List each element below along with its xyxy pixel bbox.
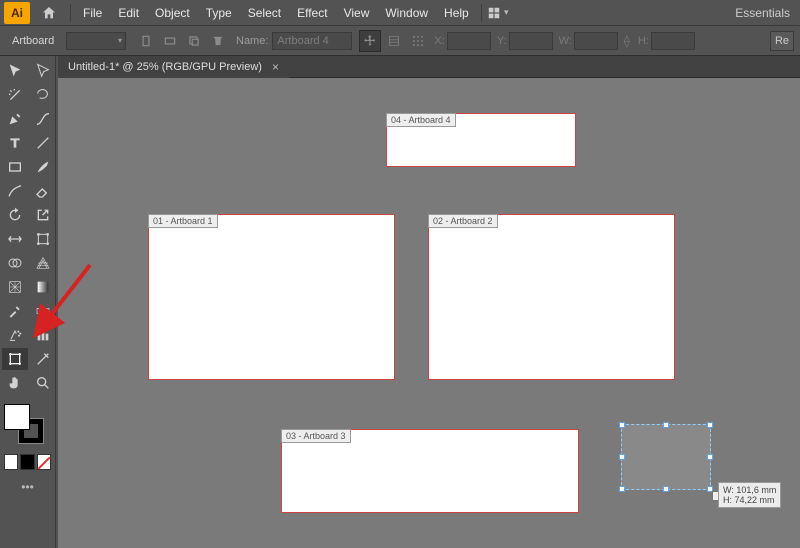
h-input[interactable] [651, 32, 695, 50]
mesh-tool[interactable] [2, 276, 28, 298]
column-graph-tool[interactable] [30, 324, 56, 346]
artboard-name-input[interactable]: Artboard 4 [272, 32, 352, 50]
y-input[interactable] [509, 32, 553, 50]
blend-tool[interactable] [30, 300, 56, 322]
magic-wand-tool[interactable] [2, 84, 28, 106]
reference-point-button[interactable] [407, 30, 429, 52]
control-bar: Artboard ▾ Name: Artboard 4 X: Y: W: ⟠ H… [0, 26, 800, 56]
artboard-options-button[interactable] [383, 30, 405, 52]
menu-window[interactable]: Window [377, 0, 436, 26]
line-segment-tool[interactable] [30, 132, 56, 154]
curvature-tool[interactable] [30, 108, 56, 130]
name-label: Name: [236, 35, 268, 47]
paintbrush-tool[interactable] [30, 156, 56, 178]
selection-type-dropdown[interactable]: Artboard ▾ [6, 30, 126, 52]
artboard-1-tag: 01 - Artboard 1 [148, 214, 218, 228]
move-artwork-with-artboard-button[interactable] [359, 30, 381, 52]
artboard-1[interactable]: 01 - Artboard 1 [148, 214, 395, 380]
artboard-3-tag: 03 - Artboard 3 [281, 429, 351, 443]
slice-tool[interactable] [30, 348, 56, 370]
color-mode-gradient[interactable] [20, 454, 34, 470]
perspective-grid-tool[interactable] [30, 252, 56, 274]
color-mode-none[interactable] [37, 454, 51, 470]
document-tab-bar: Untitled-1* @ 25% (RGB/GPU Preview) × [58, 56, 800, 78]
width-tool[interactable] [2, 228, 28, 250]
selection-type-label: Artboard [6, 35, 66, 47]
rotate-tool[interactable] [2, 204, 28, 226]
hand-tool[interactable] [2, 372, 28, 394]
delete-artboard-button[interactable] [207, 30, 229, 52]
size-hint-tooltip: W: 101,6 mm H: 74,22 mm [718, 482, 781, 508]
h-label: H: [638, 35, 649, 47]
artboard-2[interactable]: 02 - Artboard 2 [428, 214, 675, 380]
edit-toolbar-button[interactable]: ••• [0, 480, 55, 494]
w-input[interactable] [574, 32, 618, 50]
new-artboard-button[interactable] [183, 30, 205, 52]
new-artboard-drag[interactable] [621, 424, 711, 490]
fill-stroke-swatch[interactable] [0, 398, 55, 450]
eraser-tool[interactable] [30, 180, 56, 202]
menu-file[interactable]: File [75, 0, 110, 26]
symbol-sprayer-tool[interactable] [2, 324, 28, 346]
selection-tool[interactable] [2, 60, 28, 82]
direct-selection-tool[interactable] [30, 60, 56, 82]
color-mode-color[interactable] [4, 454, 18, 470]
layout-grid-icon[interactable]: ▾ [486, 6, 510, 20]
artboard-2-tag: 02 - Artboard 2 [428, 214, 498, 228]
shape-builder-tool[interactable] [2, 252, 28, 274]
document-tab[interactable]: Untitled-1* @ 25% (RGB/GPU Preview) × [58, 56, 289, 78]
shaper-tool[interactable] [2, 180, 28, 202]
menu-edit[interactable]: Edit [110, 0, 147, 26]
eyedropper-tool[interactable] [2, 300, 28, 322]
tools-panel: ••• [0, 56, 56, 548]
zoom-tool[interactable] [30, 372, 56, 394]
menu-help[interactable]: Help [436, 0, 477, 26]
lasso-tool[interactable] [30, 84, 56, 106]
scale-tool[interactable] [30, 204, 56, 226]
gradient-tool[interactable] [30, 276, 56, 298]
home-icon[interactable] [38, 4, 60, 22]
artboard-4[interactable]: 04 - Artboard 4 [386, 113, 576, 167]
chevron-down-icon: ▾ [504, 7, 509, 18]
type-tool[interactable] [2, 132, 28, 154]
fill-swatch[interactable] [4, 404, 30, 430]
y-label: Y: [497, 35, 507, 47]
menu-bar: Ai File Edit Object Type Select Effect V… [0, 0, 800, 26]
menu-object[interactable]: Object [147, 0, 198, 26]
x-label: X: [434, 35, 444, 47]
pen-tool[interactable] [2, 108, 28, 130]
menu-type[interactable]: Type [198, 0, 240, 26]
artboard-4-tag: 04 - Artboard 4 [386, 113, 456, 127]
document-tab-title: Untitled-1* @ 25% (RGB/GPU Preview) [68, 61, 262, 73]
menu-view[interactable]: View [336, 0, 378, 26]
free-transform-tool[interactable] [30, 228, 56, 250]
menu-effect[interactable]: Effect [289, 0, 335, 26]
workspace-switcher[interactable]: Essentials [725, 6, 800, 20]
canvas[interactable]: 04 - Artboard 4 01 - Artboard 1 02 - Art… [58, 78, 800, 548]
rectangle-tool[interactable] [2, 156, 28, 178]
orientation-portrait-button[interactable] [135, 30, 157, 52]
app-logo: Ai [4, 2, 30, 24]
link-wh-icon[interactable]: ⟠ [620, 34, 634, 48]
close-tab-icon[interactable]: × [272, 60, 279, 74]
rearrange-button[interactable]: Re [770, 31, 794, 51]
artboard-tool[interactable] [2, 348, 28, 370]
x-input[interactable] [447, 32, 491, 50]
w-label: W: [559, 35, 572, 47]
orientation-landscape-button[interactable] [159, 30, 181, 52]
menu-select[interactable]: Select [240, 0, 289, 26]
artboard-3[interactable]: 03 - Artboard 3 [281, 429, 579, 513]
